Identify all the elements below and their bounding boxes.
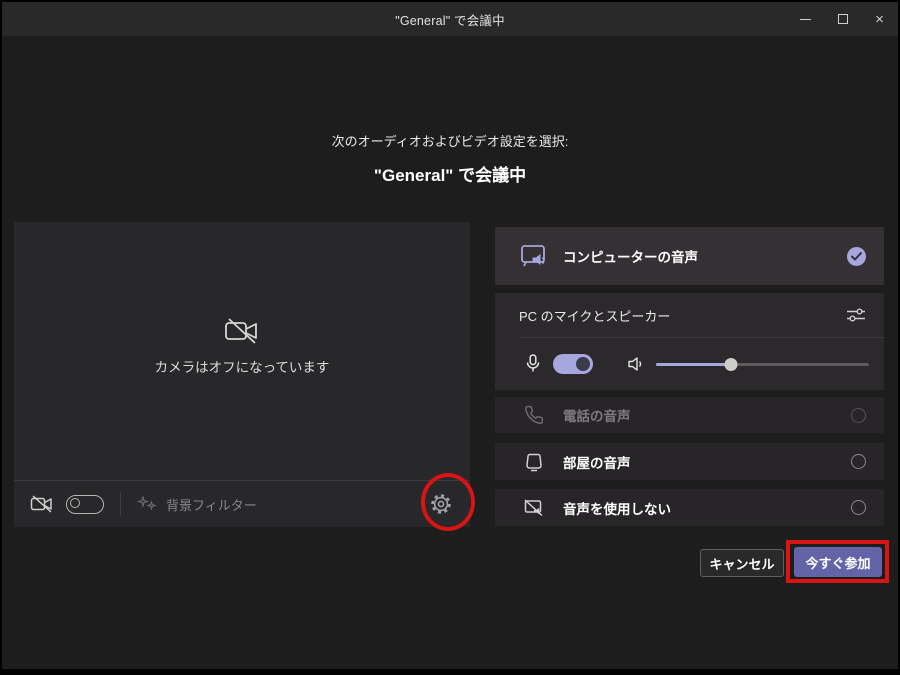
room-audio-label: 部屋の音声 (563, 455, 631, 471)
microphone-toggle[interactable] (553, 353, 593, 374)
volume-knob[interactable] (724, 357, 738, 371)
camera-toggle-knob (70, 498, 80, 508)
phone-audio-label: 電話の音声 (563, 409, 631, 424)
meeting-title: "General" で会議中 (373, 166, 527, 185)
camera-off-small-icon (30, 495, 52, 513)
option-no-audio[interactable]: 音声を使用しない (495, 489, 884, 526)
maximize-icon (837, 14, 848, 24)
option-room-audio[interactable]: 部屋の音声 (495, 443, 884, 480)
volume-fill (656, 362, 731, 366)
no-audio-label: 音声を使用しない (563, 501, 671, 517)
maximize-button[interactable] (824, 2, 861, 36)
microphone-toggle-knob (576, 356, 590, 371)
titlebar: "General" で会議中 × (2, 2, 898, 36)
join-button[interactable]: 今すぐ参加 (794, 547, 882, 577)
selected-check-icon (847, 246, 866, 266)
video-preview-panel: カメラはオフになっています 背景フィルター (14, 222, 470, 527)
camera-off-icon (225, 318, 257, 344)
computer-audio-icon (519, 243, 549, 269)
background-filter-label[interactable]: 背景フィルター (166, 495, 257, 514)
room-audio-radio[interactable] (851, 454, 866, 469)
phone-audio-radio (851, 407, 866, 423)
camera-off-message: カメラはオフになっています (14, 316, 470, 376)
cancel-button[interactable]: キャンセル (700, 549, 784, 577)
window-controls: × (787, 2, 898, 36)
room-audio-icon (519, 452, 549, 472)
settings-subtitle: 次のオーディオおよびビデオ設定を選択: (331, 134, 569, 149)
camera-toggle[interactable] (66, 494, 104, 514)
minimize-button[interactable] (787, 2, 824, 36)
device-settings-block: PC のマイクとスピーカー (495, 293, 884, 390)
microphone-icon (526, 353, 540, 371)
close-icon: × (875, 10, 884, 28)
camera-status-text: カメラはオフになっています (154, 360, 330, 375)
device-settings-label: PC のマイクとスピーカー (519, 308, 671, 324)
background-filter-icon (137, 496, 157, 511)
volume-slider[interactable] (656, 357, 869, 371)
no-audio-radio[interactable] (851, 500, 866, 515)
minimize-icon (800, 18, 811, 20)
device-settings-gear[interactable] (428, 491, 454, 517)
close-button[interactable]: × (861, 2, 898, 36)
option-phone-audio[interactable]: 電話の音声 (495, 397, 884, 433)
computer-audio-label: コンピューターの音声 (563, 250, 698, 265)
phone-audio-icon (519, 405, 549, 425)
sliders-icon[interactable] (846, 306, 866, 324)
toolbar-divider (120, 492, 121, 516)
no-audio-icon (519, 498, 549, 518)
window-title: "General" で会議中 (395, 13, 505, 28)
gear-icon (431, 494, 451, 514)
preview-toolbar: 背景フィルター (14, 480, 470, 527)
speaker-icon (628, 356, 642, 371)
option-computer-audio[interactable]: コンピューターの音声 (495, 227, 884, 285)
